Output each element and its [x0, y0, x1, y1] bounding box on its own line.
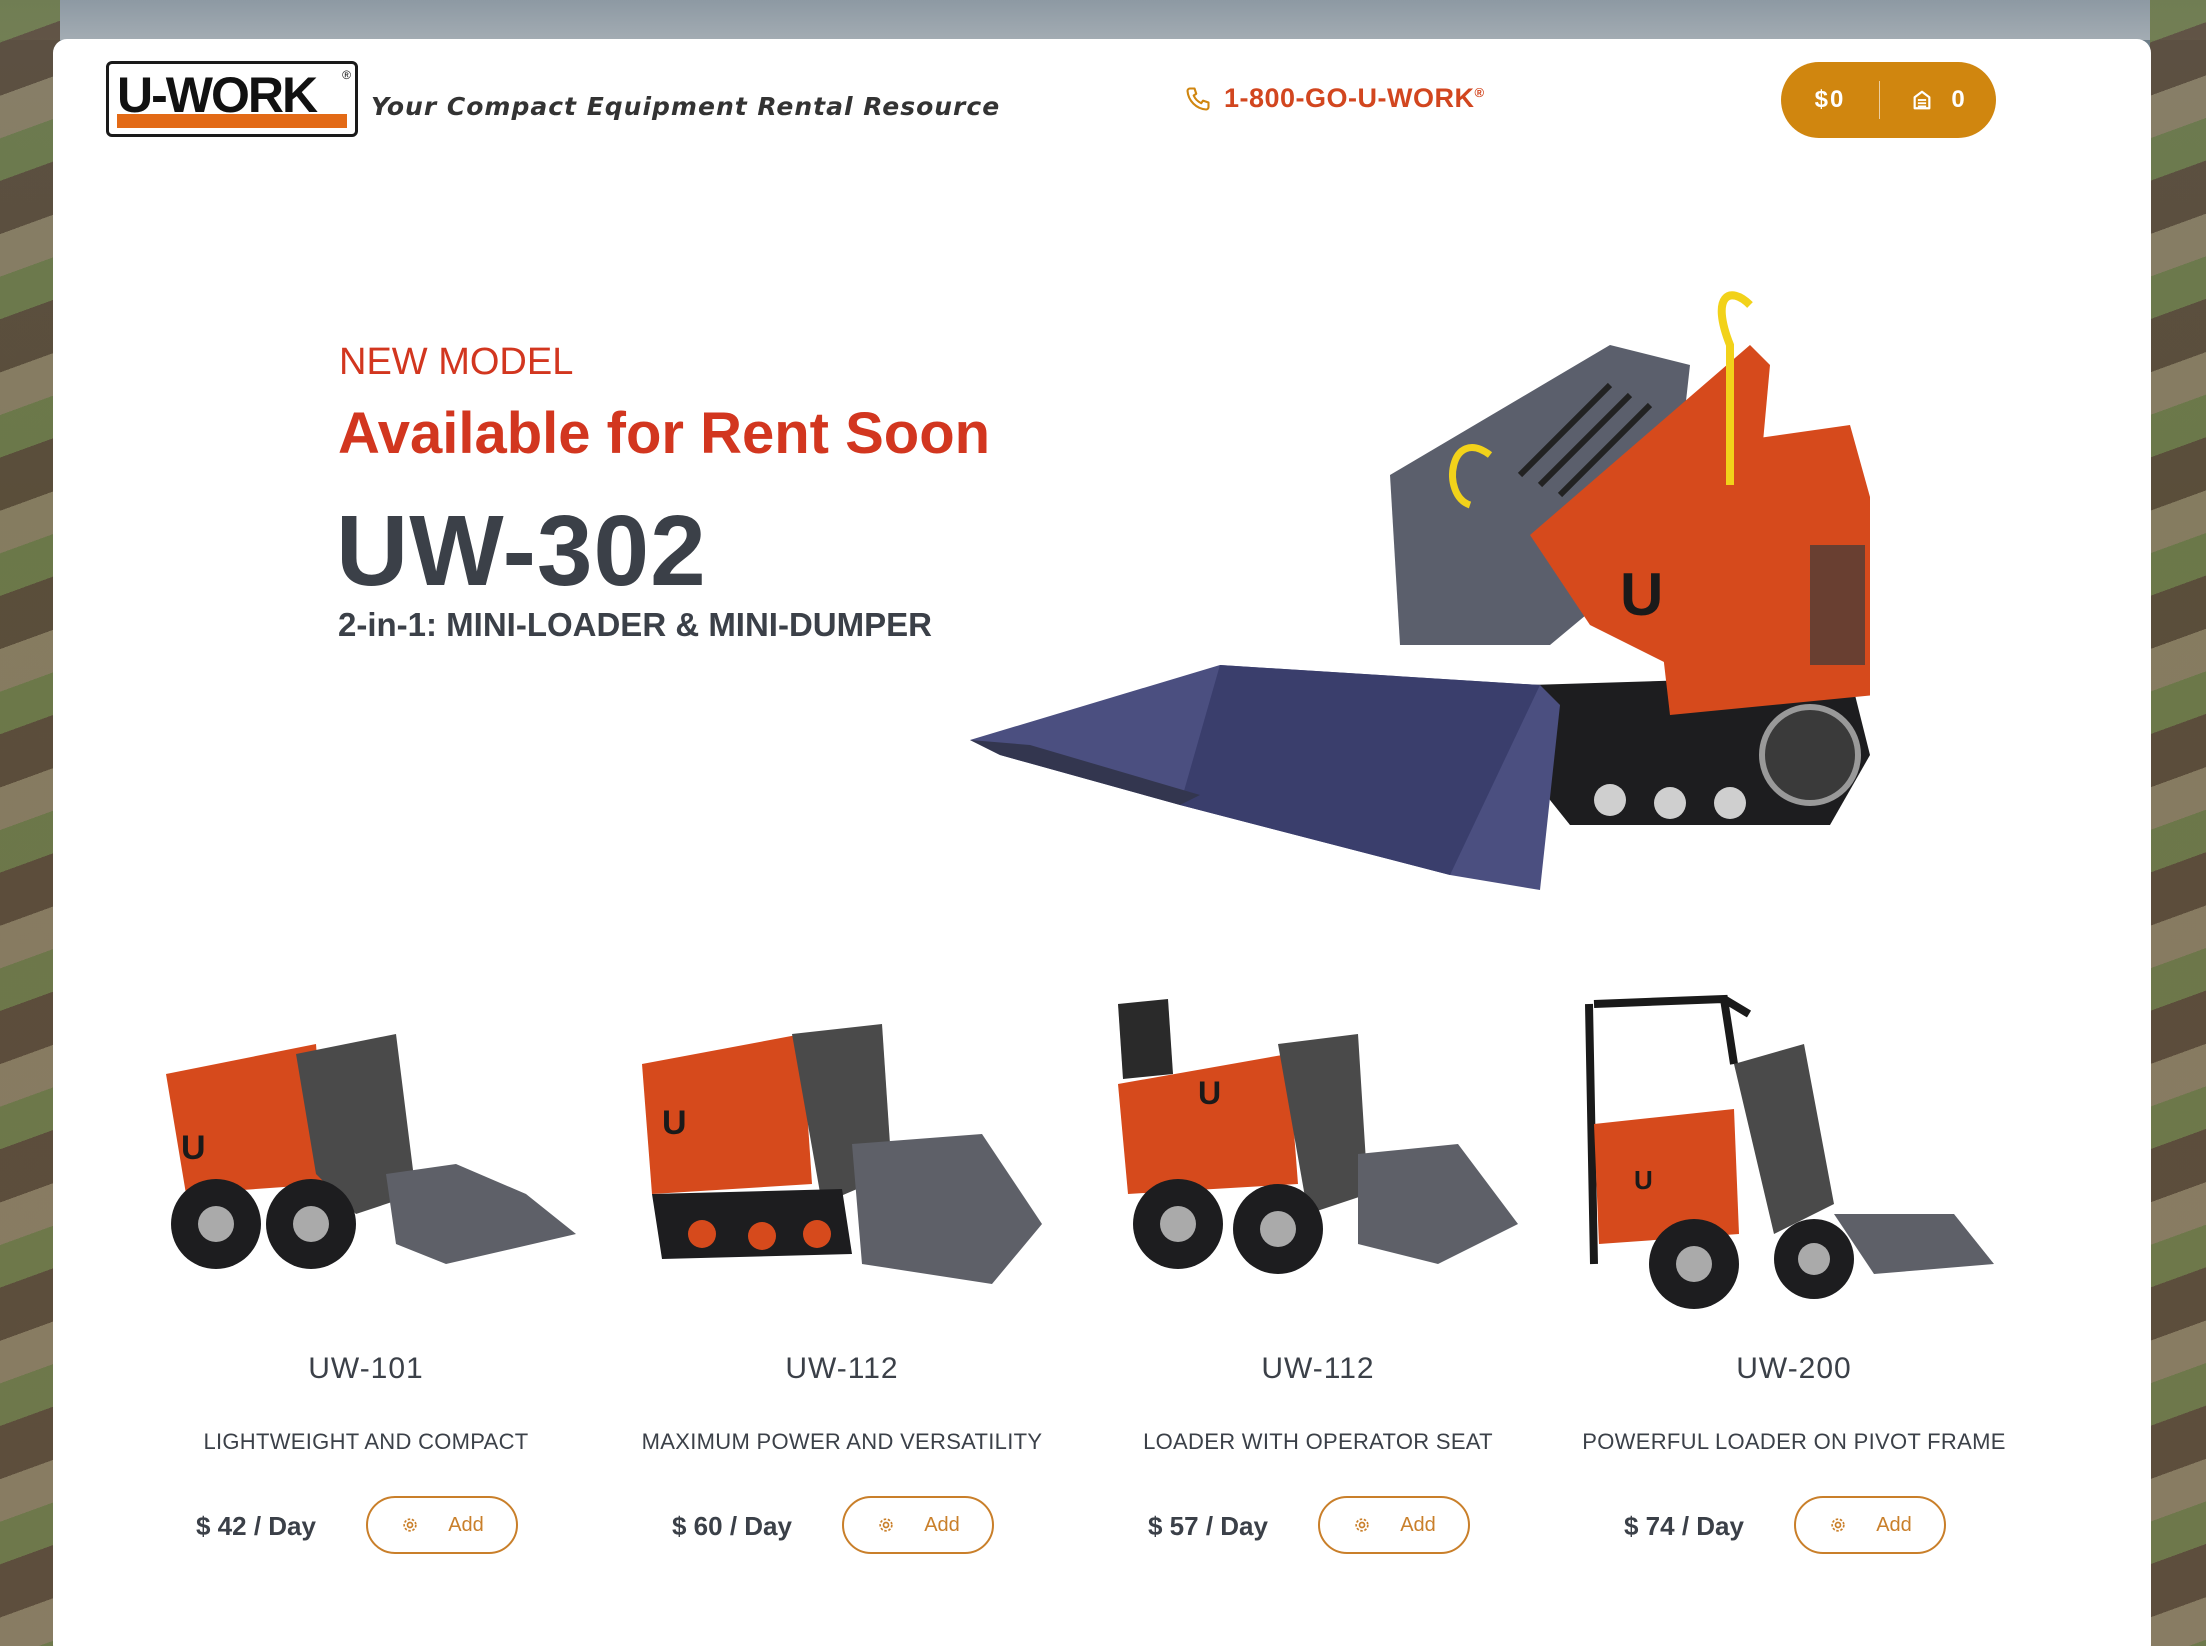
add-button-label: Add [924, 1513, 960, 1536]
product-card[interactable]: U UW-112 LOADER WITH OPERATOR SEAT $ 57 … [1098, 924, 1538, 1574]
product-price: $ 42 / Day [196, 1511, 316, 1541]
hero-headline: Available for Rent Soon [338, 401, 991, 466]
phone-number: 1-800-GO-U-WORK® [1224, 83, 1485, 114]
product-model: UW-101 [308, 1352, 424, 1385]
product-badge: U [181, 1129, 206, 1167]
add-button-label: Add [1400, 1513, 1436, 1536]
background-right [2150, 0, 2206, 1646]
product-description: LOADER WITH OPERATOR SEAT [1143, 1429, 1493, 1454]
gear-icon [1355, 1518, 1369, 1532]
background-left [0, 0, 60, 1646]
cart-amount: $0 [1814, 86, 1846, 113]
product-card[interactable]: U UW-200 POWERFUL LOADER ON PIVOT FRAME … [1574, 924, 2014, 1574]
product-description: POWERFUL LOADER ON PIVOT FRAME [1582, 1429, 2006, 1454]
tagline: Your Compact Equipment Rental Resource [371, 92, 1001, 121]
logo-bar [117, 114, 347, 128]
product-badge: U [1634, 1165, 1653, 1195]
product-image: U [1585, 994, 1994, 1309]
phone-registered-mark: ® [1474, 85, 1485, 100]
product-description: MAXIMUM POWER AND VERSATILITY [641, 1429, 1043, 1454]
add-button[interactable]: Add [1318, 1496, 1470, 1554]
hero-machine-badge: U [1620, 561, 1663, 628]
product-card[interactable]: U UW-101 LIGHTWEIGHT AND COMPACT $ 42 / … [146, 924, 586, 1574]
hero-model: UW-302 [336, 495, 707, 607]
product-image: U [166, 1034, 576, 1269]
hero-subtitle: 2-in-1: MINI-LOADER & MINI-DUMPER [338, 606, 932, 643]
phone-link[interactable]: 1-800-GO-U-WORK® [1184, 83, 1485, 114]
cart-icon [1913, 90, 1931, 110]
product-badge: U [1198, 1075, 1221, 1111]
add-button[interactable]: Add [842, 1496, 994, 1554]
product-description: LIGHTWEIGHT AND COMPACT [203, 1429, 529, 1454]
product-model: UW-112 [1261, 1352, 1375, 1385]
add-button[interactable]: Add [366, 1496, 518, 1554]
cart-button[interactable]: $0 0 [1781, 62, 1996, 138]
hero-machine-image: U [970, 291, 1870, 890]
gear-icon [403, 1518, 417, 1532]
product-image: U [1118, 999, 1518, 1274]
add-button[interactable]: Add [1794, 1496, 1946, 1554]
product-image: U [642, 1024, 1042, 1284]
gear-icon [1831, 1518, 1845, 1532]
add-button-label: Add [1876, 1513, 1912, 1536]
product-price: $ 57 / Day [1148, 1511, 1268, 1541]
product-price: $ 74 / Day [1624, 1511, 1744, 1541]
logo-registered-mark: ® [342, 68, 351, 82]
add-button-label: Add [448, 1513, 484, 1536]
phone-icon [1186, 86, 1210, 111]
cart-count-group: 0 [1880, 86, 1996, 114]
cart-count: 0 [1951, 86, 1965, 113]
background-top [0, 0, 2206, 40]
product-badge: U [662, 1104, 687, 1142]
logo[interactable]: U-WORK ® [106, 61, 358, 137]
hero-eyebrow: NEW MODEL [339, 341, 574, 383]
product-card[interactable]: U UW-112 MAXIMUM POWER AND VERSATILITY $… [622, 924, 1062, 1574]
product-price: $ 60 / Day [672, 1511, 792, 1541]
gear-icon [879, 1518, 893, 1532]
product-model: UW-112 [785, 1352, 899, 1385]
product-model: UW-200 [1736, 1352, 1852, 1385]
phone-text: 1-800-GO-U-WORK [1224, 83, 1475, 113]
